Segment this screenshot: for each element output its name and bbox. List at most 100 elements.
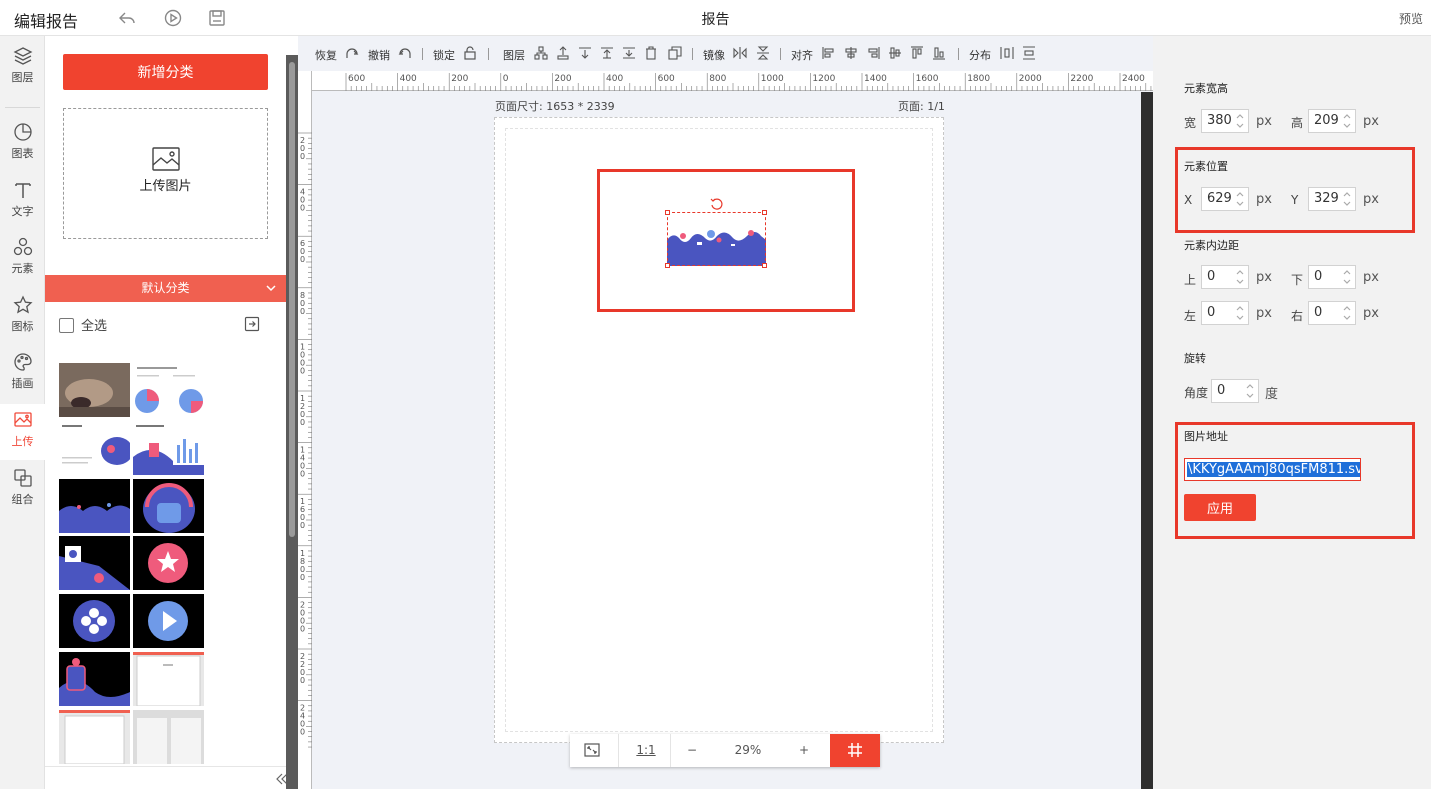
redo-icon[interactable] — [345, 46, 359, 60]
image-thumbnail[interactable] — [59, 536, 130, 590]
delete-icon[interactable] — [644, 46, 658, 60]
unit-label: px — [1363, 192, 1379, 207]
nav-item-group[interactable]: 组合 — [0, 462, 45, 518]
spinner-arrows-icon[interactable] — [1236, 191, 1244, 207]
height-input[interactable]: 209 — [1308, 109, 1356, 133]
image-thumbnail[interactable] — [133, 421, 204, 475]
export-icon[interactable] — [244, 316, 260, 332]
palette-icon — [13, 353, 32, 371]
highlight-box — [597, 169, 855, 312]
send-to-back-icon[interactable] — [622, 46, 636, 60]
image-thumbnail[interactable] — [133, 479, 204, 533]
nav-item-chart[interactable]: 图表 — [0, 116, 45, 172]
align-label: 对齐 — [791, 49, 813, 62]
image-url-input[interactable]: \KKYgAAAmJ80qsFM811.svg — [1184, 458, 1361, 481]
distribute-horizontal-icon[interactable] — [1000, 46, 1014, 60]
rotation-section-title: 旋转 — [1184, 352, 1206, 365]
preview-button[interactable]: 预览 — [1399, 10, 1423, 27]
ruler-label: 0 — [300, 366, 305, 375]
zoom-in-button[interactable]: + — [786, 734, 822, 767]
panel-scrollbar-thumb[interactable] — [289, 62, 295, 537]
width-input[interactable]: 380 — [1201, 109, 1249, 133]
grid-toggle-button[interactable] — [830, 734, 880, 767]
y-value: 329 — [1314, 191, 1339, 206]
lock-button[interactable]: 锁定 — [433, 47, 455, 63]
padding-right-label: 右 — [1291, 309, 1304, 323]
layer-up-icon[interactable] — [534, 46, 548, 60]
align-top-icon[interactable] — [910, 46, 924, 60]
padding-right-input[interactable]: 0 — [1308, 301, 1356, 325]
image-thumbnail[interactable] — [133, 594, 204, 648]
undo-icon[interactable] — [118, 9, 136, 27]
angle-input[interactable]: 0 — [1211, 379, 1259, 403]
spinner-arrows-icon[interactable] — [1236, 113, 1244, 129]
bring-to-front-icon[interactable] — [600, 46, 614, 60]
distribute-vertical-icon[interactable] — [1022, 46, 1036, 60]
image-thumbnail[interactable] — [59, 710, 130, 764]
nav-item-elements[interactable]: 元素 — [0, 231, 45, 287]
nav-label: 图表 — [11, 147, 34, 160]
canvas-scrollbar[interactable] — [1141, 92, 1153, 789]
align-center-icon[interactable] — [844, 46, 858, 60]
spinner-arrows-icon[interactable] — [1236, 305, 1244, 321]
undo-button[interactable]: 撤销 — [368, 47, 390, 63]
spinner-arrows-icon[interactable] — [1236, 269, 1244, 285]
new-category-button[interactable]: 新增分类 — [63, 54, 268, 90]
star-icon — [12, 295, 33, 314]
y-input[interactable]: 329 — [1308, 187, 1356, 211]
vertical-ruler: 2004006008001000120014001600180020002200… — [298, 71, 312, 789]
align-left-icon[interactable] — [822, 46, 836, 60]
image-thumbnail[interactable] — [133, 710, 204, 764]
align-bottom-icon[interactable] — [932, 46, 946, 60]
image-url-value: \KKYgAAAmJ80qsFM811.svg — [1187, 462, 1360, 477]
copy-icon[interactable] — [668, 46, 682, 60]
padding-top-input[interactable]: 0 — [1201, 265, 1249, 289]
select-all-checkbox[interactable]: 全选 — [59, 315, 107, 334]
align-middle-icon[interactable] — [888, 46, 902, 60]
image-thumbnail[interactable] — [59, 363, 130, 417]
actual-size-button[interactable]: 1:1 — [622, 734, 670, 767]
image-thumbnail[interactable] — [133, 652, 204, 706]
x-input[interactable]: 629 — [1201, 187, 1249, 211]
bring-forward-icon[interactable] — [556, 46, 570, 60]
play-icon[interactable] — [164, 9, 182, 27]
apply-button[interactable]: 应用 — [1184, 494, 1256, 521]
padding-left-input[interactable]: 0 — [1201, 301, 1249, 325]
nav-item-layers[interactable]: 图层 — [0, 40, 45, 96]
save-icon[interactable] — [208, 9, 226, 27]
nav-item-illustration[interactable]: 插画 — [0, 346, 45, 402]
nav-item-icons[interactable]: 图标 — [0, 289, 45, 345]
image-thumbnail[interactable] — [59, 479, 130, 533]
ruler-label: 600 — [658, 74, 675, 84]
group-icon — [13, 469, 32, 487]
spinner-arrows-icon[interactable] — [1343, 113, 1351, 129]
fit-screen-button[interactable] — [570, 734, 614, 767]
image-thumbnail[interactable] — [59, 421, 130, 475]
flip-horizontal-icon[interactable] — [733, 46, 747, 60]
redo-button[interactable]: 恢复 — [315, 47, 337, 63]
padding-bottom-input[interactable]: 0 — [1308, 265, 1356, 289]
undo-icon[interactable] — [398, 46, 412, 60]
flip-vertical-icon[interactable] — [756, 46, 770, 60]
text-icon — [14, 183, 31, 198]
image-thumbnail[interactable] — [133, 363, 204, 417]
page-number-label: 页面: 1/1 — [898, 100, 945, 113]
image-thumbnail[interactable] — [133, 536, 204, 590]
spinner-arrows-icon[interactable] — [1343, 305, 1351, 321]
nav-label: 组合 — [11, 493, 34, 506]
spinner-arrows-icon[interactable] — [1343, 269, 1351, 285]
nav-item-text[interactable]: 文字 — [0, 174, 45, 230]
padding-left-label: 左 — [1184, 309, 1197, 323]
category-dropdown[interactable]: 默认分类 — [45, 275, 286, 302]
top-bar: 编辑报告 报告 预览 — [0, 0, 1431, 36]
align-right-icon[interactable] — [866, 46, 880, 60]
send-backward-icon[interactable] — [578, 46, 592, 60]
spinner-arrows-icon[interactable] — [1246, 383, 1254, 399]
image-thumbnail[interactable] — [59, 652, 130, 706]
zoom-out-button[interactable]: − — [674, 734, 710, 767]
nav-item-upload[interactable]: 上传 — [0, 404, 45, 460]
lock-icon[interactable] — [463, 46, 477, 60]
upload-image-dropzone[interactable]: 上传图片 — [63, 108, 268, 239]
spinner-arrows-icon[interactable] — [1343, 191, 1351, 207]
image-thumbnail[interactable] — [59, 594, 130, 648]
